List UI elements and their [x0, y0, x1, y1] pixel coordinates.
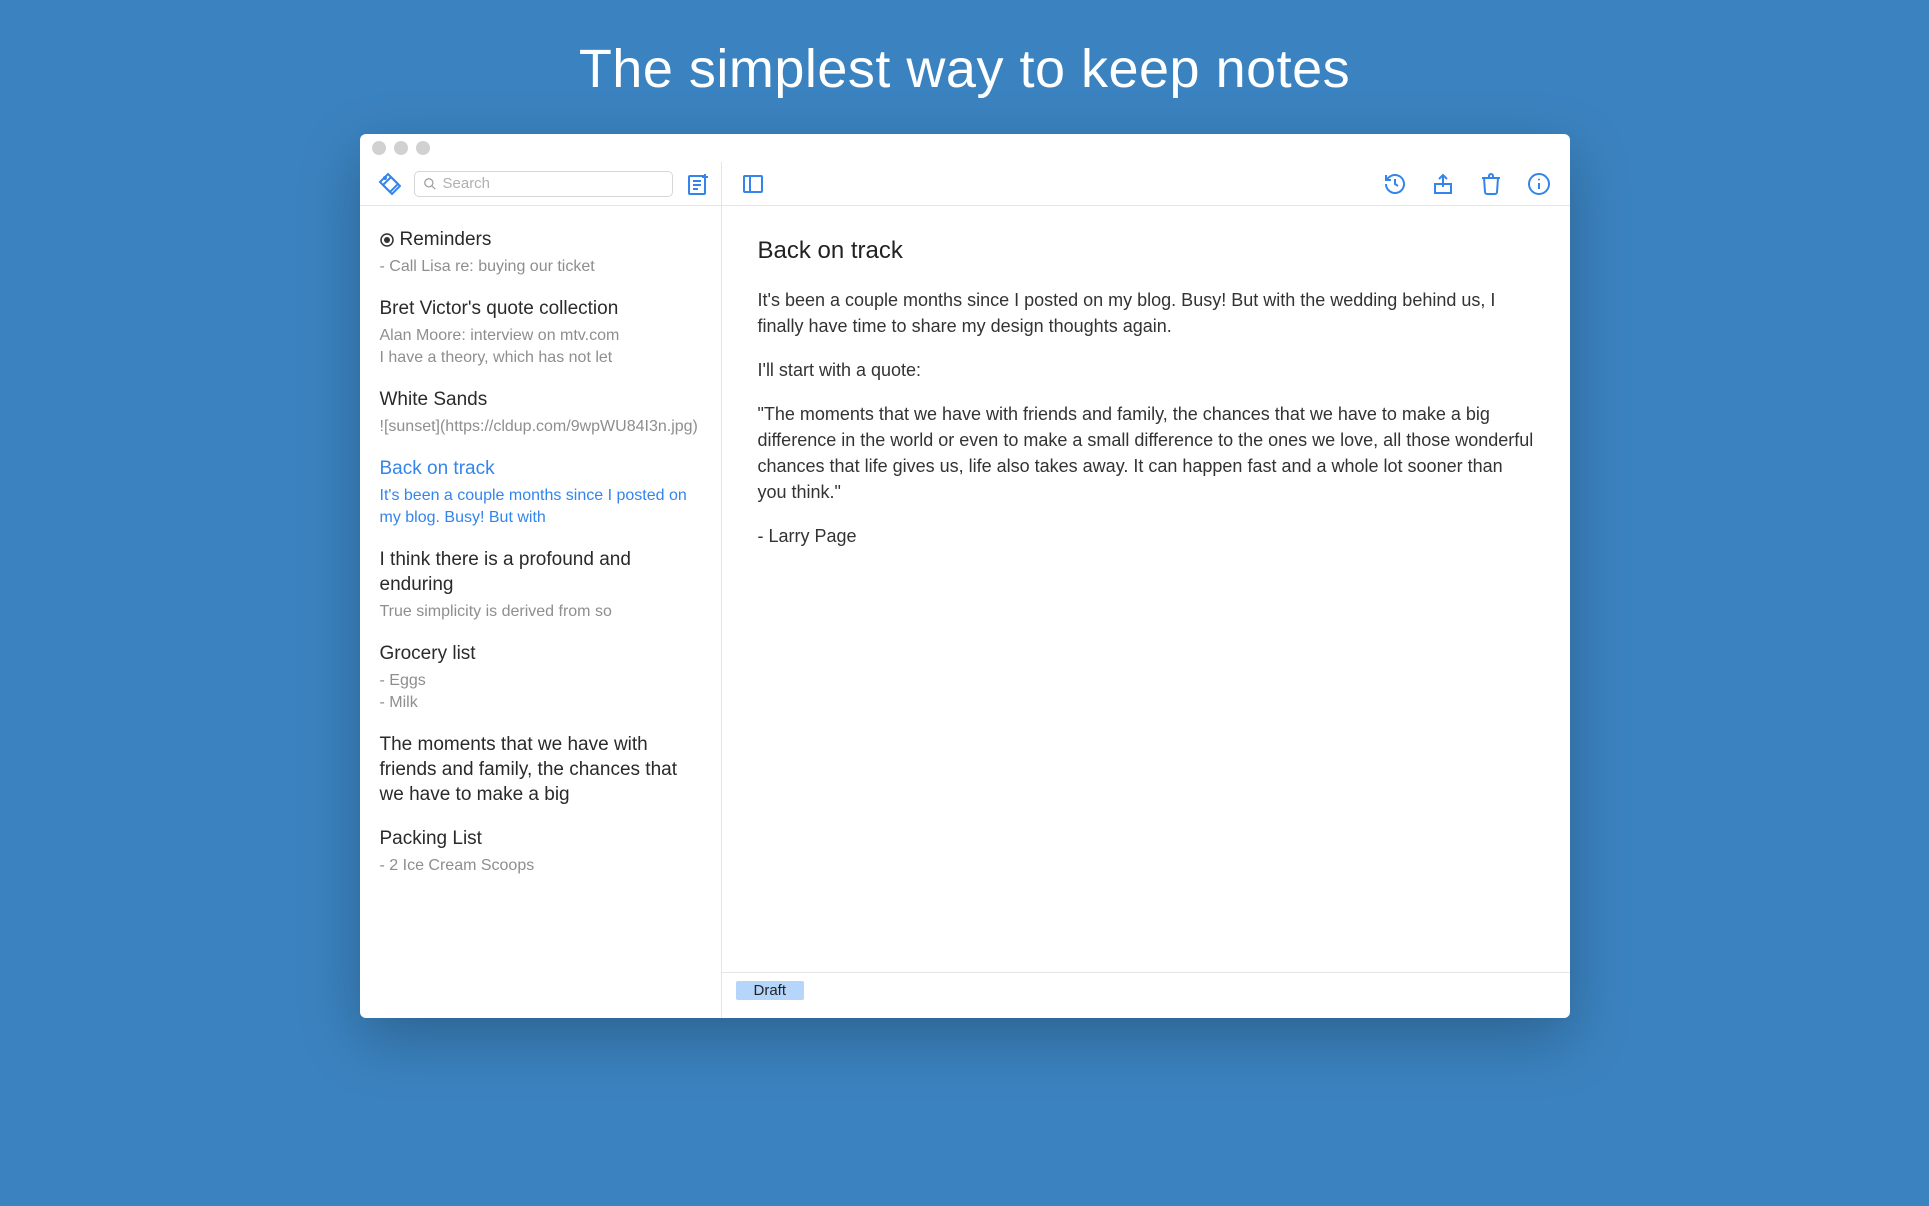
editor-content[interactable]: Back on track It's been a couple months …	[722, 206, 1570, 972]
search-icon	[423, 177, 437, 191]
note-item-title: Grocery list	[380, 642, 701, 667]
note-item-title: Bret Victor's quote collection	[380, 297, 701, 322]
hero-title: The simplest way to keep notes	[0, 0, 1929, 134]
note-list-item[interactable]: Grocery list - Eggs - Milk	[360, 642, 721, 733]
tags-icon[interactable]	[376, 171, 402, 197]
note-list-item[interactable]: The moments that we have with friends an…	[360, 733, 721, 827]
editor-body[interactable]: It's been a couple months since I posted…	[758, 287, 1534, 550]
body: Reminders - Call Lisa re: buying our tick…	[360, 206, 1570, 1018]
hero: The simplest way to keep notes	[0, 0, 1929, 134]
note-tag[interactable]: Draft	[736, 981, 805, 1000]
editor-title[interactable]: Back on track	[758, 234, 1534, 269]
note-item-title: Packing List	[380, 827, 701, 852]
editor: Back on track It's been a couple months …	[722, 206, 1570, 1018]
app-window: Reminders - Call Lisa re: buying our tick…	[360, 134, 1570, 1018]
toggle-sidebar-icon[interactable]	[740, 171, 766, 197]
pinned-icon	[380, 233, 394, 247]
note-list-item[interactable]: Packing List - 2 Ice Cream Scoops	[360, 827, 721, 896]
note-item-preview: It's been a couple months since I posted…	[380, 485, 701, 528]
trash-icon[interactable]	[1478, 171, 1504, 197]
note-item-preview: - Call Lisa re: buying our ticket	[380, 256, 701, 278]
history-icon[interactable]	[1382, 171, 1408, 197]
info-icon[interactable]	[1526, 171, 1552, 197]
note-item-title: White Sands	[380, 388, 701, 413]
window-titlebar	[360, 134, 1570, 162]
note-list-item[interactable]: Bret Victor's quote collection Alan Moore…	[360, 297, 721, 388]
toolbar-left	[360, 162, 722, 205]
editor-footer: Draft	[722, 972, 1570, 1018]
editor-paragraph[interactable]: I'll start with a quote:	[758, 357, 1534, 383]
window-minimize-dot[interactable]	[394, 141, 408, 155]
note-item-preview: - 2 Ice Cream Scoops	[380, 855, 701, 877]
note-item-title: Back on track	[380, 457, 701, 482]
note-list-item[interactable]: I think there is a profound and enduring…	[360, 548, 721, 642]
toolbar	[360, 162, 1570, 206]
editor-paragraph[interactable]: "The moments that we have with friends a…	[758, 401, 1534, 505]
toolbar-right	[722, 162, 1570, 205]
search-input[interactable]	[414, 171, 673, 197]
note-item-preview: - Eggs - Milk	[380, 670, 701, 713]
note-item-title: The moments that we have with friends an…	[380, 733, 701, 807]
note-list-item[interactable]: Back on track It's been a couple months s…	[360, 457, 721, 548]
note-item-title: Reminders	[380, 228, 701, 253]
note-item-title: I think there is a profound and enduring	[380, 548, 701, 597]
note-item-preview: True simplicity is derived from so	[380, 601, 701, 623]
search-field[interactable]	[443, 175, 664, 192]
window-close-dot[interactable]	[372, 141, 386, 155]
editor-paragraph[interactable]: It's been a couple months since I posted…	[758, 287, 1534, 339]
share-icon[interactable]	[1430, 171, 1456, 197]
note-item-preview: Alan Moore: interview on mtv.com I have …	[380, 325, 701, 368]
note-list[interactable]: Reminders - Call Lisa re: buying our tick…	[360, 206, 722, 1018]
new-note-icon[interactable]	[685, 171, 711, 197]
editor-paragraph[interactable]: - Larry Page	[758, 523, 1534, 549]
note-list-item[interactable]: Reminders - Call Lisa re: buying our tick…	[360, 228, 721, 297]
window-zoom-dot[interactable]	[416, 141, 430, 155]
note-list-item[interactable]: White Sands ![sunset](https://cldup.com/9…	[360, 388, 721, 457]
note-item-preview: ![sunset](https://cldup.com/9wpWU84I3n.j…	[380, 416, 701, 438]
